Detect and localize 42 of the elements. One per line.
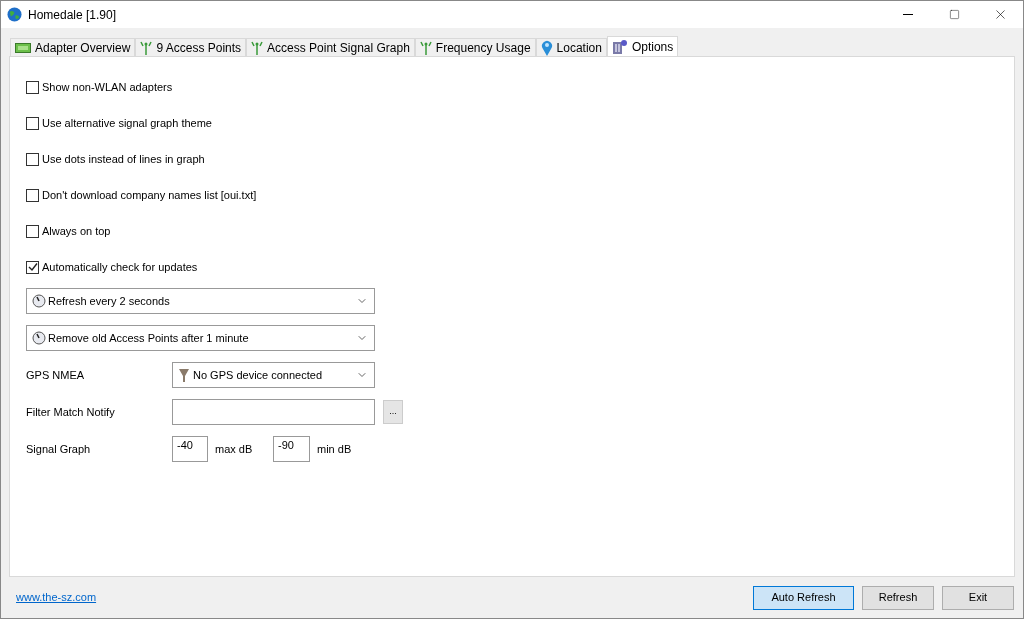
maximize-icon [948,9,960,20]
footer-button[interactable]: Auto Refresh [753,585,854,610]
checkbox[interactable] [26,224,39,238]
dropdown[interactable]: Remove old Access Points after 1 minute [26,325,375,351]
window-title: Homedale [1.90] [28,6,117,24]
checkbox[interactable] [26,116,39,130]
globe-icon [7,7,22,22]
map-pin-icon [540,39,553,56]
network-card-icon [15,41,31,54]
checkbox-label: Don't download company names list [oui.txt] [42,187,257,203]
checkbox[interactable] [26,260,39,274]
dropdown[interactable]: Refresh every 2 seconds [26,288,375,314]
tab[interactable]: 9 Access Points [135,38,247,56]
unit-label: max dB [215,441,254,457]
tools-icon [611,39,628,55]
tab[interactable]: Frequency Usage [414,38,536,56]
clock-icon [32,294,46,308]
minimize-icon [903,14,913,15]
field-label: Signal Graph [26,441,92,457]
checkbox-label: Automatically check for updates [42,259,198,275]
checkbox[interactable] [26,188,39,202]
max-db-input[interactable]: -40 [172,436,208,462]
checkbox-label: Always on top [42,223,111,239]
footer-button[interactable]: Exit [942,585,1014,610]
tab[interactable]: Location [535,38,607,56]
checkbox-label: Use alternative signal graph theme [42,115,212,131]
field-label: Filter Match Notify [26,404,116,420]
unit-label: min dB [317,441,352,457]
min-db-input[interactable]: -90 [273,436,310,462]
checkbox-label: Show non-WLAN adapters [42,79,173,95]
tab[interactable]: Adapter Overview [10,38,136,56]
tab[interactable]: Access Point Signal Graph [246,38,415,56]
checkbox-label: Use dots instead of lines in graph [42,151,205,167]
checkbox[interactable] [26,152,39,166]
filter-input[interactable] [172,399,375,425]
checkbox[interactable] [26,80,39,94]
browse-button[interactable]: ... [383,400,403,424]
website-link[interactable]: www.the-sz.com [16,589,97,606]
footer-button[interactable]: Refresh [862,585,934,610]
gps-dropdown[interactable]: No GPS device connected [172,362,375,388]
field-label: GPS NMEA [26,367,86,383]
clock-icon [32,331,46,345]
